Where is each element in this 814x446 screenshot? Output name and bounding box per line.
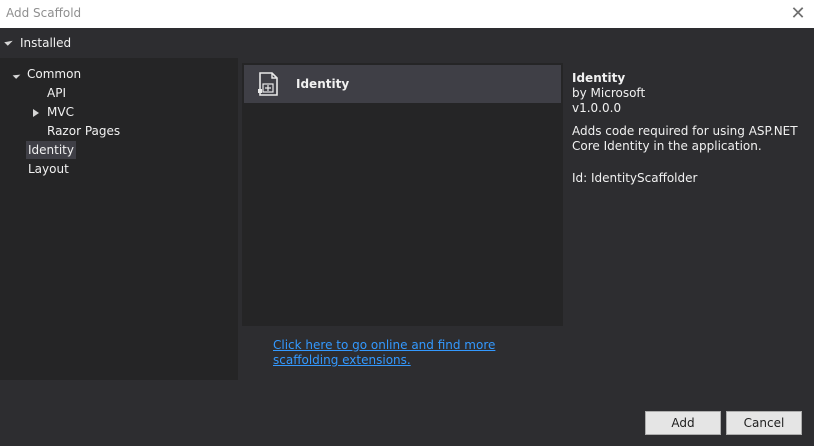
list-item-label: Identity xyxy=(296,77,350,91)
close-icon[interactable]: ✕ xyxy=(788,4,808,24)
installed-label: Installed xyxy=(20,36,72,50)
tree-item-label: Identity xyxy=(28,143,74,157)
online-extensions-link[interactable]: Click here to go online and find more sc… xyxy=(273,338,563,368)
tree-item-identity[interactable]: Identity xyxy=(26,141,76,159)
cancel-button[interactable]: Cancel xyxy=(726,411,802,435)
details-title: Identity xyxy=(572,71,626,85)
details-panel: Identity by Microsoft v1.0.0.0 Adds code… xyxy=(572,71,812,186)
list-item-identity[interactable]: Identity xyxy=(244,65,561,103)
tree-item-mvc[interactable]: MVC xyxy=(33,103,74,121)
title-bar: Add Scaffold ✕ xyxy=(0,0,814,28)
tree-item-common[interactable]: Common xyxy=(12,65,82,83)
installed-header[interactable]: Installed xyxy=(0,28,814,58)
tree-item-api[interactable]: API xyxy=(47,84,66,102)
category-tree: Common API MVC Razor Pages Identity Layo… xyxy=(0,58,238,380)
tree-item-label: API xyxy=(47,86,66,100)
tree-item-layout[interactable]: Layout xyxy=(28,160,69,178)
tree-item-razor-pages[interactable]: Razor Pages xyxy=(47,122,120,140)
tree-item-label: MVC xyxy=(47,105,74,119)
collapsed-arrow-icon[interactable] xyxy=(33,108,39,117)
tree-item-label: Common xyxy=(27,67,82,81)
details-version: v1.0.0.0 xyxy=(572,101,622,115)
scaffolder-list: Identity xyxy=(242,63,563,326)
tree-item-label: Layout xyxy=(28,162,69,176)
add-button[interactable]: Add xyxy=(645,411,721,435)
window-title: Add Scaffold xyxy=(6,6,82,20)
details-author: by Microsoft xyxy=(572,86,646,100)
details-id: Id: IdentityScaffolder xyxy=(572,171,698,185)
details-description: Adds code required for using ASP.NET Cor… xyxy=(572,124,798,153)
tree-item-label: Razor Pages xyxy=(47,124,121,138)
collapse-arrow-icon[interactable] xyxy=(4,37,13,46)
scaffold-icon xyxy=(256,71,282,97)
expanded-arrow-icon[interactable] xyxy=(12,70,21,79)
